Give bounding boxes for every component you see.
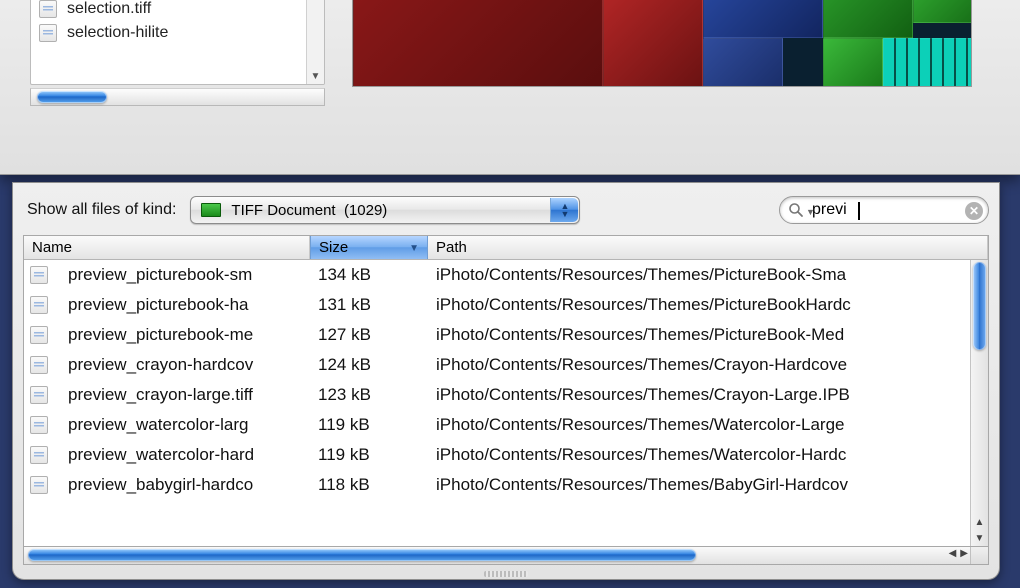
finder-column[interactable]: back.tiffselection.tiffselection-hilite … xyxy=(30,0,325,85)
treemap-block[interactable] xyxy=(823,38,883,87)
scrollbar-corner xyxy=(970,547,988,565)
table-row[interactable]: preview_crayon-large.tiff 123 kBiPhoto/Co… xyxy=(24,380,970,410)
file-icon xyxy=(30,356,48,374)
scroll-left-arrow-icon[interactable]: ◀ xyxy=(949,548,957,559)
file-name-cell: preview_watercolor-larg xyxy=(68,415,248,435)
search-icon xyxy=(788,202,804,218)
table-horizontal-scrollbar[interactable]: ◀ ▶ xyxy=(23,547,989,565)
scroll-up-arrow-icon[interactable]: ▲ xyxy=(971,514,988,530)
finder-item-name: selection.tiff xyxy=(67,0,151,18)
kind-popup-kind: TIFF Document xyxy=(231,202,335,219)
scrollbar-thumb[interactable] xyxy=(37,91,107,103)
file-name-cell: preview_picturebook-me xyxy=(68,325,253,345)
kind-popup-button[interactable]: TIFF Document (1029) ▲▼ xyxy=(190,196,580,224)
popup-arrows-icon: ▲▼ xyxy=(550,198,578,222)
file-size-cell: 118 kB xyxy=(310,475,428,495)
table-row[interactable]: preview_watercolor-hard 119 kBiPhoto/Cont… xyxy=(24,440,970,470)
scrollbar-thumb[interactable] xyxy=(973,262,986,350)
file-size-cell: 127 kB xyxy=(310,325,428,345)
finder-column-item[interactable]: selection-hilite xyxy=(33,21,324,45)
file-name-cell: preview_picturebook-sm xyxy=(68,265,252,285)
column-horizontal-scrollbar[interactable] xyxy=(30,88,325,106)
table-vertical-scrollbar[interactable]: ▲ ▼ xyxy=(970,260,988,546)
file-icon xyxy=(30,416,48,434)
scroll-right-arrow-icon[interactable]: ▶ xyxy=(960,548,968,559)
sort-descending-icon: ▼ xyxy=(409,243,419,254)
file-icon xyxy=(30,446,48,464)
table-row[interactable]: preview_watercolor-larg 119 kBiPhoto/Cont… xyxy=(24,410,970,440)
table-row[interactable]: preview_picturebook-sm 134 kBiPhoto/Conte… xyxy=(24,260,970,290)
file-list-drawer: Show all files of kind: TIFF Document (1… xyxy=(12,182,1000,580)
file-path-cell: iPhoto/Contents/Resources/Themes/BabyGir… xyxy=(428,475,970,495)
table-row[interactable]: preview_babygirl-hardco 118 kBiPhoto/Cont… xyxy=(24,470,970,500)
file-path-cell: iPhoto/Contents/Resources/Themes/Picture… xyxy=(428,295,970,315)
file-icon xyxy=(30,386,48,404)
kind-swatch-icon xyxy=(201,203,221,217)
treemap-block[interactable] xyxy=(703,0,823,38)
search-input[interactable] xyxy=(810,200,958,220)
filter-row: Show all files of kind: TIFF Document (1… xyxy=(23,191,989,229)
file-path-cell: iPhoto/Contents/Resources/Themes/Picture… xyxy=(428,265,970,285)
file-icon xyxy=(39,24,57,42)
column-header-label: Size xyxy=(319,239,348,256)
column-vertical-scrollbar[interactable]: ▲ ▼ xyxy=(306,0,324,84)
treemap-view[interactable] xyxy=(352,0,972,87)
file-name-cell: preview_watercolor-hard xyxy=(68,445,254,465)
file-size-cell: 119 kB xyxy=(310,445,428,465)
file-size-cell: 123 kB xyxy=(310,385,428,405)
text-caret xyxy=(858,202,860,220)
file-size-cell: 119 kB xyxy=(310,415,428,435)
finder-item-name: selection-hilite xyxy=(67,24,168,42)
column-header-label: Name xyxy=(32,239,72,256)
file-size-cell: 124 kB xyxy=(310,355,428,375)
table-row[interactable]: preview_picturebook-me 127 kBiPhoto/Conte… xyxy=(24,320,970,350)
scroll-down-arrow-icon[interactable]: ▼ xyxy=(971,530,988,546)
column-header-path[interactable]: Path xyxy=(428,236,988,259)
file-path-cell: iPhoto/Contents/Resources/Themes/Picture… xyxy=(428,325,970,345)
column-header-name[interactable]: Name xyxy=(24,236,310,259)
drawer-resize-handle[interactable] xyxy=(484,571,528,577)
file-path-cell: iPhoto/Contents/Resources/Themes/Crayon-… xyxy=(428,385,970,405)
file-path-cell: iPhoto/Contents/Resources/Themes/Waterco… xyxy=(428,445,970,465)
finder-column-list: back.tiffselection.tiffselection-hilite xyxy=(31,0,324,47)
file-icon xyxy=(30,326,48,344)
kind-popup-count: (1029) xyxy=(344,202,387,219)
search-menu-caret-icon[interactable]: ▼ xyxy=(806,207,815,217)
treemap-block[interactable] xyxy=(883,38,972,87)
file-name-cell: preview_crayon-large.tiff xyxy=(68,385,253,405)
file-path-cell: iPhoto/Contents/Resources/Themes/Crayon-… xyxy=(428,355,970,375)
search-field[interactable]: ▼ ✕ xyxy=(779,196,989,224)
clear-search-button[interactable]: ✕ xyxy=(965,202,983,220)
table-row[interactable]: preview_crayon-hardcov 124 kBiPhoto/Conte… xyxy=(24,350,970,380)
file-icon xyxy=(30,476,48,494)
file-icon xyxy=(39,0,57,18)
column-header-size[interactable]: Size ▼ xyxy=(310,236,428,259)
file-name-cell: preview_picturebook-ha xyxy=(68,295,249,315)
file-size-cell: 134 kB xyxy=(310,265,428,285)
file-icon xyxy=(30,266,48,284)
kind-filter-label: Show all files of kind: xyxy=(23,201,176,219)
table-header: Name Size ▼ Path xyxy=(24,236,988,260)
treemap-block[interactable] xyxy=(823,0,913,38)
treemap-panel: back.tiffselection.tiffselection-hilite … xyxy=(0,0,1020,175)
treemap-block[interactable] xyxy=(353,0,603,87)
scroll-down-arrow-icon[interactable]: ▼ xyxy=(307,68,324,84)
treemap-block[interactable] xyxy=(913,0,972,23)
column-header-label: Path xyxy=(436,239,467,256)
file-name-cell: preview_babygirl-hardco xyxy=(68,475,253,495)
treemap-block[interactable] xyxy=(603,0,703,87)
results-table: Name Size ▼ Path preview_picturebook-sm 1… xyxy=(23,235,989,547)
file-size-cell: 131 kB xyxy=(310,295,428,315)
finder-column-item[interactable]: selection.tiff xyxy=(33,0,324,21)
file-path-cell: iPhoto/Contents/Resources/Themes/Waterco… xyxy=(428,415,970,435)
file-icon xyxy=(30,296,48,314)
file-name-cell: preview_crayon-hardcov xyxy=(68,355,253,375)
table-row[interactable]: preview_picturebook-ha 131 kBiPhoto/Conte… xyxy=(24,290,970,320)
treemap-block[interactable] xyxy=(703,38,783,87)
table-body: preview_picturebook-sm134 kBiPhoto/Conte… xyxy=(24,260,970,546)
scrollbar-thumb[interactable] xyxy=(28,549,696,561)
